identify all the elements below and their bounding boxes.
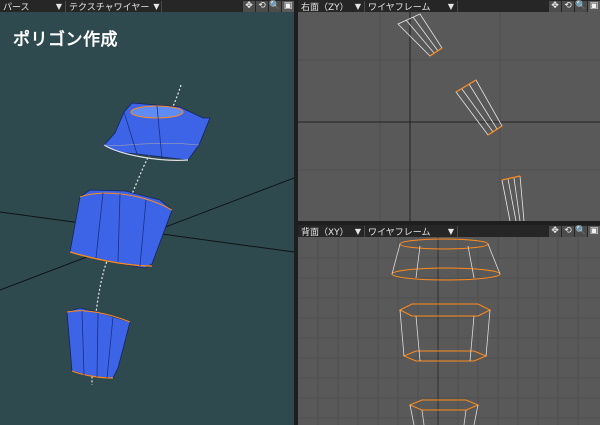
shading-mode-label: テクスチャワイヤー <box>69 2 150 12</box>
back-viewport-header: 背面（XY） ▼ ワイヤフレーム ▼ ✥ ⟲ 🔍 ▣ <box>298 225 600 237</box>
zoom-view-icon[interactable]: 🔍 <box>269 0 281 12</box>
viewport-toolbar: ✥ ⟲ 🔍 ▣ <box>242 0 294 12</box>
view-mode-dropdown[interactable]: パース ▼ <box>0 0 66 12</box>
right-shading-label: ワイヤフレーム <box>368 2 431 12</box>
back-view-dropdown[interactable]: 背面（XY） ▼ <box>298 225 365 237</box>
wireframe-segment <box>408 399 480 425</box>
back-view-label: 背面（XY） <box>301 227 349 237</box>
right-view-dropdown[interactable]: 右面（ZY） ▼ <box>298 0 365 12</box>
move-view-icon[interactable]: ✥ <box>549 225 561 237</box>
right-viewport[interactable]: 右面（ZY） ▼ ワイヤフレーム ▼ ✥ ⟲ 🔍 ▣ <box>298 0 600 221</box>
back-shading-label: ワイヤフレーム <box>368 227 431 237</box>
maximize-view-icon[interactable]: ▣ <box>282 0 294 12</box>
viewport-toolbar: ✥ ⟲ 🔍 ▣ <box>548 225 600 237</box>
wireframe-segment <box>398 303 492 362</box>
polygon-segment-top <box>103 102 211 161</box>
perspective-canvas[interactable] <box>0 12 294 425</box>
viewport-toolbar: ✥ ⟲ 🔍 ▣ <box>548 0 600 12</box>
view-mode-label: パース <box>3 2 30 12</box>
right-shading-dropdown[interactable]: ワイヤフレーム ▼ <box>365 0 458 12</box>
wireframe-segment <box>397 13 443 57</box>
wireframe-segment <box>391 238 501 281</box>
perspective-viewport[interactable]: パース ▼ テクスチャワイヤー ▼ ✥ ⟲ 🔍 ▣ ポリゴン作成 <box>0 0 294 425</box>
chevron-down-icon: ▼ <box>153 1 160 11</box>
back-view-canvas[interactable] <box>298 237 600 425</box>
chevron-down-icon: ▼ <box>55 1 62 11</box>
rotate-view-icon[interactable]: ⟲ <box>562 0 574 12</box>
right-view-canvas[interactable] <box>298 12 600 221</box>
zoom-view-icon[interactable]: 🔍 <box>575 0 587 12</box>
move-view-icon[interactable]: ✥ <box>549 0 561 12</box>
right-viewport-header: 右面（ZY） ▼ ワイヤフレーム ▼ ✥ ⟲ 🔍 ▣ <box>298 0 600 12</box>
perspective-viewport-header: パース ▼ テクスチャワイヤー ▼ ✥ ⟲ 🔍 ▣ <box>0 0 294 12</box>
chevron-down-icon: ▼ <box>354 1 361 11</box>
chevron-down-icon: ▼ <box>447 1 454 11</box>
polygon-segment-middle <box>69 189 173 269</box>
maximize-view-icon[interactable]: ▣ <box>588 0 600 12</box>
wireframe-segment <box>455 79 503 136</box>
polygon-segment-bottom <box>66 307 131 379</box>
back-shading-dropdown[interactable]: ワイヤフレーム ▼ <box>365 225 458 237</box>
wireframe-segment <box>501 175 525 221</box>
rotate-view-icon[interactable]: ⟲ <box>256 0 268 12</box>
back-viewport[interactable]: 背面（XY） ▼ ワイヤフレーム ▼ ✥ ⟲ 🔍 ▣ <box>298 225 600 425</box>
right-view-label: 右面（ZY） <box>301 2 349 12</box>
move-view-icon[interactable]: ✥ <box>243 0 255 12</box>
zoom-view-icon[interactable]: 🔍 <box>575 225 587 237</box>
chevron-down-icon: ▼ <box>354 226 361 236</box>
rotate-view-icon[interactable]: ⟲ <box>562 225 574 237</box>
tool-title: ポリゴン作成 <box>13 30 118 50</box>
shading-mode-dropdown[interactable]: テクスチャワイヤー ▼ <box>66 0 162 12</box>
chevron-down-icon: ▼ <box>447 226 454 236</box>
maximize-view-icon[interactable]: ▣ <box>588 225 600 237</box>
